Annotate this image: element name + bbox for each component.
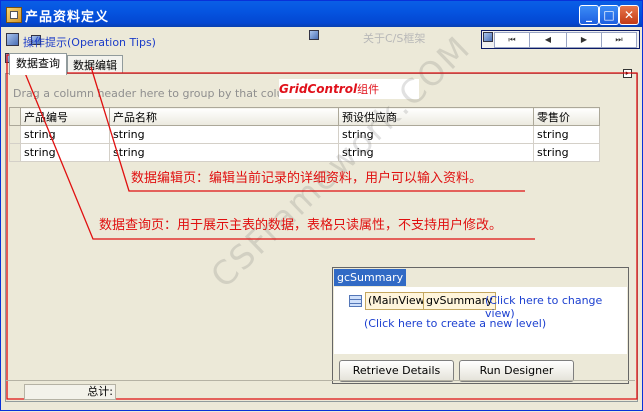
table-cell[interactable]: string (20, 125, 110, 144)
table-cell[interactable]: string (109, 125, 339, 144)
grid-control-label-bold: GridControl (279, 82, 358, 96)
footer-summary-bar: 总计: (6, 380, 635, 401)
about-icon (309, 30, 319, 40)
navigator-icon (483, 32, 493, 42)
table-cell[interactable]: string (533, 143, 600, 162)
table-row[interactable]: string string string string (9, 143, 600, 162)
toolbar-doc-icon[interactable] (6, 33, 19, 46)
prev-record-button[interactable]: ◀ (529, 32, 567, 48)
tab-data-query[interactable]: 数据查询 (9, 53, 67, 75)
row-indicator[interactable] (9, 125, 21, 144)
retrieve-details-button[interactable]: Retrieve Details (339, 360, 454, 382)
first-record-button[interactable]: ⏮ (494, 32, 530, 48)
table-row[interactable]: string string string string (9, 125, 600, 144)
main-window: 产品资料定义 _ □ ✕ 操作提示(Operation Tips) 关于C/S框… (0, 0, 643, 411)
total-label: 总计: (24, 384, 116, 400)
row-indicator-header (9, 107, 21, 126)
minimize-button[interactable]: _ (579, 5, 599, 25)
column-header-product-name[interactable]: 产品名称 (109, 107, 339, 126)
next-record-button[interactable]: ▶ (566, 32, 602, 48)
grid-control-label-suffix: 组件 (357, 83, 380, 96)
last-record-button[interactable]: ⏭ (601, 32, 637, 48)
column-header-product-code[interactable]: 产品编号 (20, 107, 110, 126)
tab-scroll-icon[interactable]: ▸ (623, 69, 632, 78)
operation-tips-link[interactable]: 操作提示(Operation Tips) (23, 34, 156, 50)
create-level-link[interactable]: (Click here to create a new level) (364, 317, 546, 330)
grid-designer-panel: gcSummary (MainView) gvSummary (Click he… (332, 267, 629, 384)
group-panel-hint: Drag a column header here to group by th… (13, 87, 302, 100)
row-indicator[interactable] (9, 143, 21, 162)
close-button[interactable]: ✕ (619, 5, 639, 25)
grid-view-icon (349, 295, 362, 307)
query-page-annotation: 数据查询页：用于展示主表的数据，表格只读属性，不支持用户修改。 (99, 218, 503, 233)
run-designer-button[interactable]: Run Designer (459, 360, 574, 382)
tab-data-edit[interactable]: 数据编辑 (67, 55, 123, 75)
window-title: 产品资料定义 (25, 10, 110, 25)
record-navigator: ⏮ ◀ ▶ ⏭ (481, 30, 640, 49)
edit-page-annotation: 数据编辑页：编辑当前记录的详细资料，用户可以输入资料。 (131, 171, 483, 186)
table-cell[interactable]: string (109, 143, 339, 162)
table-cell[interactable]: string (20, 143, 110, 162)
designer-header: gcSummary (334, 269, 407, 286)
about-cs-link[interactable]: 关于C/S框架 (363, 30, 425, 46)
grid-header-row: 产品编号 产品名称 预设供应商 零售价 (9, 107, 600, 126)
column-header-retail-price[interactable]: 零售价 (533, 107, 600, 126)
maximize-button[interactable]: □ (599, 5, 619, 25)
data-grid: 产品编号 产品名称 预设供应商 零售价 string string string… (9, 107, 600, 162)
title-bar[interactable]: 产品资料定义 _ □ ✕ (1, 1, 642, 27)
main-view-label: (MainView) (365, 292, 432, 310)
app-icon (6, 7, 22, 23)
toolbar: 操作提示(Operation Tips) 关于C/S框架 ⏮ ◀ ▶ ⏭ (1, 27, 642, 51)
table-cell[interactable]: string (533, 125, 600, 144)
designer-body: (MainView) gvSummary (Click here to chan… (334, 287, 627, 354)
